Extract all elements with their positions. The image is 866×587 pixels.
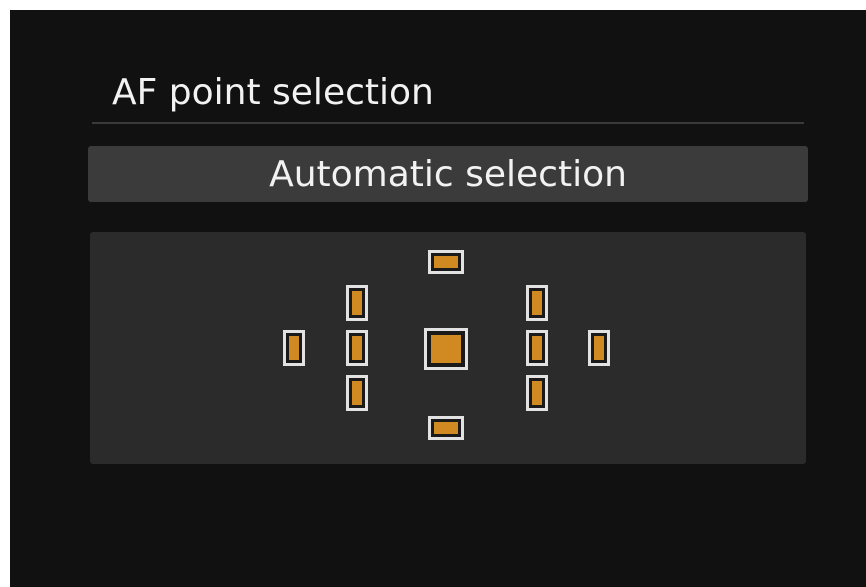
af-point-top[interactable]	[428, 250, 464, 274]
af-point-fill	[434, 422, 458, 434]
af-point-bottom[interactable]	[428, 416, 464, 440]
af-mode-label: Automatic selection	[269, 153, 627, 195]
af-point-fill	[434, 256, 458, 268]
af-point-lower-left[interactable]	[346, 375, 368, 411]
page-title: AF point selection	[112, 72, 434, 113]
af-point-mid-right[interactable]	[526, 330, 548, 366]
af-point-fill	[532, 381, 542, 405]
af-point-far-left[interactable]	[283, 330, 305, 366]
af-point-lower-right[interactable]	[526, 375, 548, 411]
camera-menu-screen: AF point selection Automatic selection	[10, 10, 866, 587]
af-point-fill	[352, 336, 362, 360]
af-point-far-right[interactable]	[588, 330, 610, 366]
af-point-upper-right[interactable]	[526, 285, 548, 321]
af-point-mid-left[interactable]	[346, 330, 368, 366]
af-point-fill	[431, 335, 461, 363]
af-point-fill	[532, 336, 542, 360]
af-point-map	[90, 232, 806, 464]
af-point-fill	[352, 381, 362, 405]
af-point-fill	[289, 336, 299, 360]
af-point-fill	[594, 336, 604, 360]
af-point-upper-left[interactable]	[346, 285, 368, 321]
title-divider	[92, 122, 804, 124]
af-point-center[interactable]	[424, 328, 468, 370]
af-point-fill	[532, 291, 542, 315]
af-mode-selector[interactable]: Automatic selection	[88, 146, 808, 202]
af-point-fill	[352, 291, 362, 315]
